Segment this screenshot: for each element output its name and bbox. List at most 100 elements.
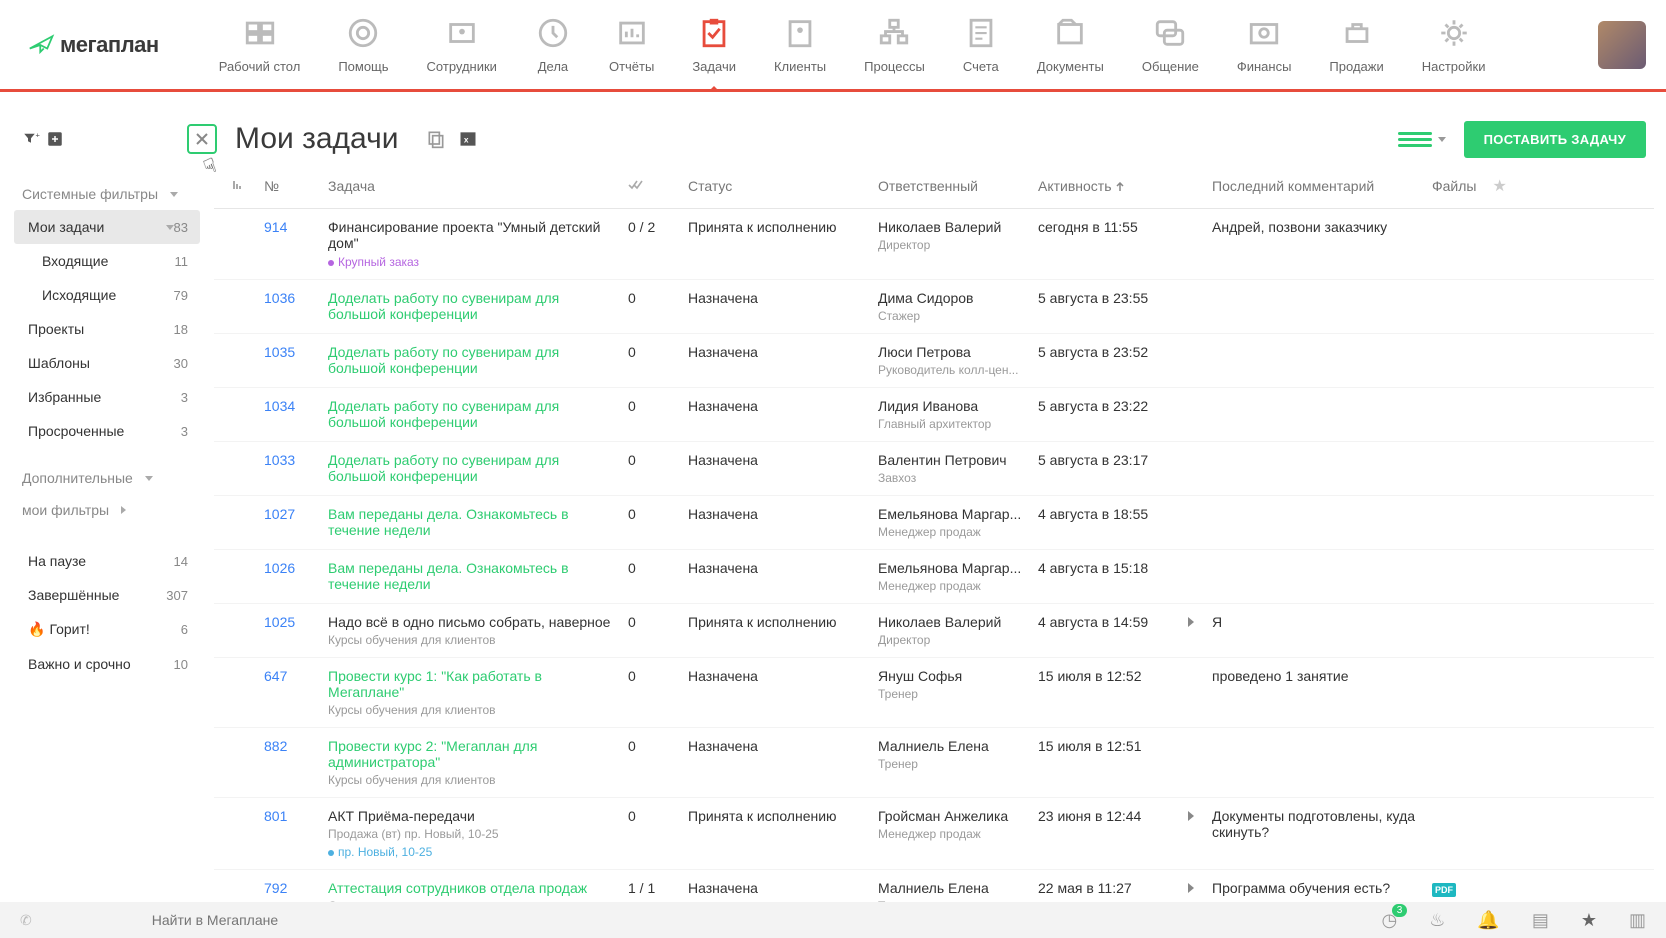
sidebar-item[interactable]: 🔥Горит!6 (14, 612, 200, 647)
task-responsible[interactable]: Валентин Петрович (878, 452, 1022, 468)
task-title[interactable]: Провести курс 1: "Как работать в Мегапла… (328, 668, 612, 700)
sidebar-item[interactable]: Просроченные3 (14, 414, 200, 448)
task-number[interactable]: 792 (256, 870, 320, 903)
task-responsible[interactable]: Емельянова Маргар... (878, 506, 1022, 522)
task-responsible[interactable]: Малниель Елена (878, 738, 1022, 754)
task-title[interactable]: Аттестация сотрудников отдела продаж (328, 880, 612, 896)
sidebar-item[interactable]: Завершённые307 (14, 578, 200, 612)
table-row[interactable]: 1025Надо всё в одно письмо собрать, наве… (214, 604, 1654, 658)
close-sidebar-button[interactable] (187, 124, 217, 154)
task-number[interactable]: 914 (256, 209, 320, 280)
table-row[interactable]: 647Провести курс 1: "Как работать в Мега… (214, 658, 1654, 728)
col-files[interactable]: Файлы (1424, 164, 1484, 209)
task-title[interactable]: Доделать работу по сувенирам для большой… (328, 344, 612, 376)
copy-icon[interactable] (426, 129, 446, 149)
col-star[interactable]: ★ (1484, 164, 1654, 209)
fire-icon[interactable]: ♨ (1429, 910, 1445, 931)
nav-deals[interactable]: Дела (535, 15, 571, 74)
task-number[interactable]: 801 (256, 798, 320, 870)
task-title[interactable]: Вам переданы дела. Ознакомьтесь в течени… (328, 506, 612, 538)
avatar[interactable] (1598, 21, 1646, 69)
col-check-icon[interactable] (620, 164, 680, 209)
nav-processes[interactable]: Процессы (864, 15, 925, 74)
col-number[interactable]: № (256, 164, 320, 209)
table-row[interactable]: 1034Доделать работу по сувенирам для бол… (214, 388, 1654, 442)
task-responsible[interactable]: Емельянова Маргар... (878, 560, 1022, 576)
table-row[interactable]: 801АКТ Приёма-передачиПродажа (вт) пр. Н… (214, 798, 1654, 870)
sidebar-item[interactable]: Входящие11 (14, 244, 200, 278)
task-number[interactable]: 1035 (256, 334, 320, 388)
table-row[interactable]: 1033Доделать работу по сувенирам для бол… (214, 442, 1654, 496)
nav-finance[interactable]: Финансы (1237, 15, 1292, 74)
task-title[interactable]: Доделать работу по сувенирам для большой… (328, 452, 612, 484)
table-row[interactable]: 1027Вам переданы дела. Ознакомьтесь в те… (214, 496, 1654, 550)
task-responsible[interactable]: Малниель Елена (878, 880, 1022, 896)
my-filters-header[interactable]: мои фильтры (14, 494, 200, 526)
task-responsible[interactable]: Дима Сидоров (878, 290, 1022, 306)
pdf-badge[interactable]: PDF (1432, 883, 1456, 897)
alert-icon[interactable]: ◷ (1382, 910, 1398, 931)
create-task-button[interactable]: ПОСТАВИТЬ ЗАДАЧУ (1464, 121, 1646, 158)
task-number[interactable]: 647 (256, 658, 320, 728)
task-title[interactable]: АКТ Приёма-передачи (328, 808, 612, 824)
task-responsible[interactable]: Николаев Валерий (878, 614, 1022, 630)
sidebar-item[interactable]: Мои задачи83 (14, 210, 200, 244)
task-number[interactable]: 1033 (256, 442, 320, 496)
task-responsible[interactable]: Лидия Иванова (878, 398, 1022, 414)
task-title[interactable]: Надо всё в одно письмо собрать, наверное (328, 614, 612, 630)
task-number[interactable]: 882 (256, 728, 320, 798)
table-row[interactable]: 914Финансирование проекта "Умный детский… (214, 209, 1654, 280)
star-icon[interactable]: ★ (1581, 910, 1597, 931)
col-status[interactable]: Статус (680, 164, 870, 209)
table-row[interactable]: 1035Доделать работу по сувенирам для бол… (214, 334, 1654, 388)
nav-clients[interactable]: Клиенты (774, 15, 826, 74)
filter-add-icon[interactable]: + (22, 130, 40, 148)
nav-desktop[interactable]: Рабочий стол (219, 15, 301, 74)
table-row[interactable]: 1026Вам переданы дела. Ознакомьтесь в те… (214, 550, 1654, 604)
excel-export-icon[interactable]: x (458, 129, 478, 149)
nav-sales[interactable]: Продажи (1329, 15, 1383, 74)
task-title[interactable]: Доделать работу по сувенирам для большой… (328, 290, 612, 322)
additional-header[interactable]: Дополнительные (14, 462, 200, 494)
task-responsible[interactable]: Николаев Валерий (878, 219, 1022, 235)
col-task[interactable]: Задача (320, 164, 620, 209)
global-search-input[interactable] (152, 912, 1382, 928)
chat-icon[interactable]: ▤ (1532, 910, 1549, 931)
nav-reports[interactable]: Отчёты (609, 15, 654, 74)
task-title[interactable]: Провести курс 2: "Мегаплан для администр… (328, 738, 612, 770)
task-number[interactable]: 1036 (256, 280, 320, 334)
phone-icon[interactable]: ✆ (20, 912, 32, 929)
sidebar-item[interactable]: Проекты18 (14, 312, 200, 346)
table-row[interactable]: 792Аттестация сотрудников отдела продажО… (214, 870, 1654, 903)
task-title[interactable]: Вам переданы дела. Ознакомьтесь в течени… (328, 560, 612, 592)
sidebar-item[interactable]: Исходящие79 (14, 278, 200, 312)
task-number[interactable]: 1026 (256, 550, 320, 604)
task-responsible[interactable]: Януш Софья (878, 668, 1022, 684)
task-title[interactable]: Доделать работу по сувенирам для большой… (328, 398, 612, 430)
task-responsible[interactable]: Люси Петрова (878, 344, 1022, 360)
add-box-icon[interactable] (46, 130, 64, 148)
table-row[interactable]: 1036Доделать работу по сувенирам для бол… (214, 280, 1654, 334)
col-sort-icon[interactable] (214, 164, 256, 209)
task-number[interactable]: 1027 (256, 496, 320, 550)
nav-help[interactable]: Помощь (338, 15, 388, 74)
nav-settings[interactable]: Настройки (1422, 15, 1486, 74)
nav-tasks[interactable]: Задачи (692, 15, 736, 74)
sidebar-item[interactable]: Важно и срочно10 (14, 647, 200, 681)
sidebar-item[interactable]: Шаблоны30 (14, 346, 200, 380)
view-dropdown-icon[interactable] (1438, 137, 1446, 142)
task-number[interactable]: 1034 (256, 388, 320, 442)
nav-employees[interactable]: Сотрудники (427, 15, 497, 74)
table-row[interactable]: 882Провести курс 2: "Мегаплан для админи… (214, 728, 1654, 798)
task-title[interactable]: Финансирование проекта "Умный детский до… (328, 219, 612, 251)
system-filters-header[interactable]: Системные фильтры (14, 178, 200, 210)
sidebar-item[interactable]: На паузе14 (14, 544, 200, 578)
sidebar-item[interactable]: Избранные3 (14, 380, 200, 414)
col-activity[interactable]: Активность (1030, 164, 1180, 209)
nav-documents[interactable]: Документы (1037, 15, 1104, 74)
task-responsible[interactable]: Гройсман Анжелика (878, 808, 1022, 824)
nav-chat[interactable]: Общение (1142, 15, 1199, 74)
logo[interactable]: мегаплан (28, 31, 159, 59)
bell-icon[interactable]: 🔔 (1477, 910, 1499, 931)
col-responsible[interactable]: Ответственный (870, 164, 1030, 209)
